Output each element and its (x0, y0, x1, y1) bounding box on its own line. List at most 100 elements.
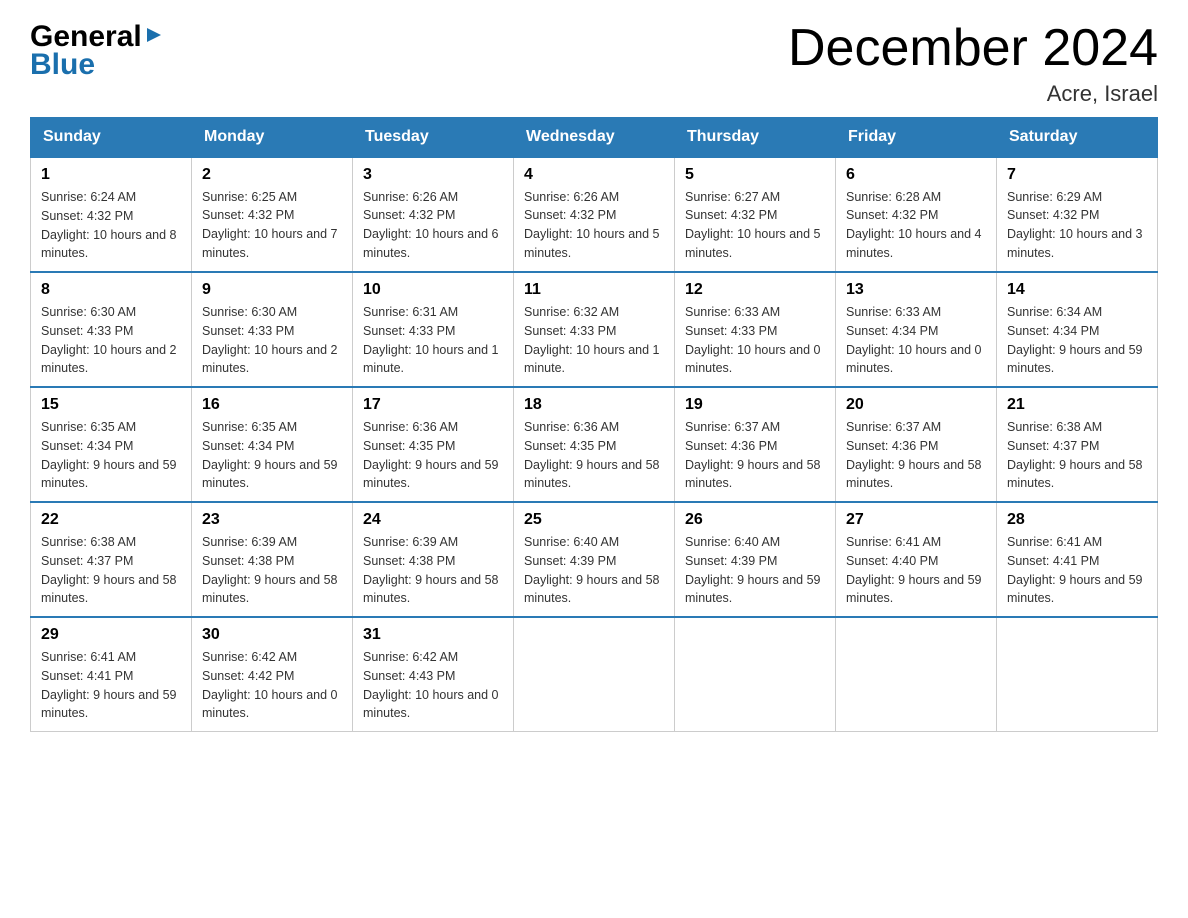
calendar-cell: 18 Sunrise: 6:36 AMSunset: 4:35 PMDaylig… (514, 387, 675, 502)
day-number: 20 (846, 396, 986, 414)
day-number: 4 (524, 166, 664, 184)
calendar-cell: 30 Sunrise: 6:42 AMSunset: 4:42 PMDaylig… (192, 617, 353, 732)
day-number: 5 (685, 166, 825, 184)
day-number: 25 (524, 511, 664, 529)
calendar-cell (836, 617, 997, 732)
day-number: 23 (202, 511, 342, 529)
calendar-cell: 24 Sunrise: 6:39 AMSunset: 4:38 PMDaylig… (353, 502, 514, 617)
day-number: 12 (685, 281, 825, 299)
logo-arrow-icon (143, 24, 165, 46)
calendar-cell: 27 Sunrise: 6:41 AMSunset: 4:40 PMDaylig… (836, 502, 997, 617)
calendar-header-row: SundayMondayTuesdayWednesdayThursdayFrid… (31, 118, 1158, 158)
calendar-cell: 12 Sunrise: 6:33 AMSunset: 4:33 PMDaylig… (675, 272, 836, 387)
day-info: Sunrise: 6:35 AMSunset: 4:34 PMDaylight:… (202, 418, 342, 493)
day-number: 7 (1007, 166, 1147, 184)
day-number: 8 (41, 281, 181, 299)
day-info: Sunrise: 6:29 AMSunset: 4:32 PMDaylight:… (1007, 188, 1147, 263)
logo-blue-text: Blue (30, 48, 95, 82)
day-info: Sunrise: 6:42 AMSunset: 4:42 PMDaylight:… (202, 648, 342, 723)
day-info: Sunrise: 6:33 AMSunset: 4:34 PMDaylight:… (846, 303, 986, 378)
calendar-header-sunday: Sunday (31, 118, 192, 158)
day-number: 6 (846, 166, 986, 184)
day-number: 10 (363, 281, 503, 299)
calendar-cell: 9 Sunrise: 6:30 AMSunset: 4:33 PMDayligh… (192, 272, 353, 387)
calendar-cell: 21 Sunrise: 6:38 AMSunset: 4:37 PMDaylig… (997, 387, 1158, 502)
calendar-cell: 20 Sunrise: 6:37 AMSunset: 4:36 PMDaylig… (836, 387, 997, 502)
day-info: Sunrise: 6:33 AMSunset: 4:33 PMDaylight:… (685, 303, 825, 378)
day-number: 3 (363, 166, 503, 184)
calendar-cell: 29 Sunrise: 6:41 AMSunset: 4:41 PMDaylig… (31, 617, 192, 732)
day-info: Sunrise: 6:39 AMSunset: 4:38 PMDaylight:… (363, 533, 503, 608)
calendar-cell: 7 Sunrise: 6:29 AMSunset: 4:32 PMDayligh… (997, 157, 1158, 272)
title-section: December 2024 Acre, Israel (788, 20, 1158, 107)
day-info: Sunrise: 6:41 AMSunset: 4:41 PMDaylight:… (1007, 533, 1147, 608)
day-number: 28 (1007, 511, 1147, 529)
day-number: 9 (202, 281, 342, 299)
day-number: 29 (41, 626, 181, 644)
calendar-cell: 3 Sunrise: 6:26 AMSunset: 4:32 PMDayligh… (353, 157, 514, 272)
day-number: 19 (685, 396, 825, 414)
calendar-cell: 4 Sunrise: 6:26 AMSunset: 4:32 PMDayligh… (514, 157, 675, 272)
calendar-cell: 2 Sunrise: 6:25 AMSunset: 4:32 PMDayligh… (192, 157, 353, 272)
calendar-header-thursday: Thursday (675, 118, 836, 158)
calendar-cell: 23 Sunrise: 6:39 AMSunset: 4:38 PMDaylig… (192, 502, 353, 617)
day-info: Sunrise: 6:25 AMSunset: 4:32 PMDaylight:… (202, 188, 342, 263)
calendar-header-friday: Friday (836, 118, 997, 158)
calendar-cell: 10 Sunrise: 6:31 AMSunset: 4:33 PMDaylig… (353, 272, 514, 387)
calendar-week-row: 1 Sunrise: 6:24 AMSunset: 4:32 PMDayligh… (31, 157, 1158, 272)
day-info: Sunrise: 6:36 AMSunset: 4:35 PMDaylight:… (363, 418, 503, 493)
calendar-cell: 31 Sunrise: 6:42 AMSunset: 4:43 PMDaylig… (353, 617, 514, 732)
day-info: Sunrise: 6:36 AMSunset: 4:35 PMDaylight:… (524, 418, 664, 493)
calendar-cell: 8 Sunrise: 6:30 AMSunset: 4:33 PMDayligh… (31, 272, 192, 387)
day-number: 31 (363, 626, 503, 644)
calendar-cell: 5 Sunrise: 6:27 AMSunset: 4:32 PMDayligh… (675, 157, 836, 272)
day-number: 1 (41, 166, 181, 184)
calendar-table: SundayMondayTuesdayWednesdayThursdayFrid… (30, 117, 1158, 732)
calendar-week-row: 29 Sunrise: 6:41 AMSunset: 4:41 PMDaylig… (31, 617, 1158, 732)
day-info: Sunrise: 6:28 AMSunset: 4:32 PMDaylight:… (846, 188, 986, 263)
day-info: Sunrise: 6:37 AMSunset: 4:36 PMDaylight:… (846, 418, 986, 493)
day-number: 22 (41, 511, 181, 529)
calendar-cell: 28 Sunrise: 6:41 AMSunset: 4:41 PMDaylig… (997, 502, 1158, 617)
calendar-cell: 26 Sunrise: 6:40 AMSunset: 4:39 PMDaylig… (675, 502, 836, 617)
calendar-cell: 6 Sunrise: 6:28 AMSunset: 4:32 PMDayligh… (836, 157, 997, 272)
day-info: Sunrise: 6:42 AMSunset: 4:43 PMDaylight:… (363, 648, 503, 723)
day-number: 30 (202, 626, 342, 644)
day-info: Sunrise: 6:41 AMSunset: 4:40 PMDaylight:… (846, 533, 986, 608)
day-info: Sunrise: 6:38 AMSunset: 4:37 PMDaylight:… (1007, 418, 1147, 493)
location-text: Acre, Israel (788, 81, 1158, 107)
calendar-cell: 11 Sunrise: 6:32 AMSunset: 4:33 PMDaylig… (514, 272, 675, 387)
day-info: Sunrise: 6:31 AMSunset: 4:33 PMDaylight:… (363, 303, 503, 378)
calendar-cell (514, 617, 675, 732)
month-title: December 2024 (788, 20, 1158, 77)
day-info: Sunrise: 6:30 AMSunset: 4:33 PMDaylight:… (202, 303, 342, 378)
day-info: Sunrise: 6:35 AMSunset: 4:34 PMDaylight:… (41, 418, 181, 493)
day-number: 18 (524, 396, 664, 414)
day-info: Sunrise: 6:30 AMSunset: 4:33 PMDaylight:… (41, 303, 181, 378)
day-info: Sunrise: 6:41 AMSunset: 4:41 PMDaylight:… (41, 648, 181, 723)
day-info: Sunrise: 6:34 AMSunset: 4:34 PMDaylight:… (1007, 303, 1147, 378)
day-number: 15 (41, 396, 181, 414)
calendar-header-wednesday: Wednesday (514, 118, 675, 158)
calendar-cell: 16 Sunrise: 6:35 AMSunset: 4:34 PMDaylig… (192, 387, 353, 502)
day-number: 26 (685, 511, 825, 529)
day-info: Sunrise: 6:37 AMSunset: 4:36 PMDaylight:… (685, 418, 825, 493)
calendar-week-row: 8 Sunrise: 6:30 AMSunset: 4:33 PMDayligh… (31, 272, 1158, 387)
day-info: Sunrise: 6:32 AMSunset: 4:33 PMDaylight:… (524, 303, 664, 378)
calendar-cell: 25 Sunrise: 6:40 AMSunset: 4:39 PMDaylig… (514, 502, 675, 617)
day-number: 24 (363, 511, 503, 529)
calendar-header-saturday: Saturday (997, 118, 1158, 158)
calendar-week-row: 15 Sunrise: 6:35 AMSunset: 4:34 PMDaylig… (31, 387, 1158, 502)
day-number: 27 (846, 511, 986, 529)
page-header: General Blue December 2024 Acre, Israel (30, 20, 1158, 107)
day-info: Sunrise: 6:38 AMSunset: 4:37 PMDaylight:… (41, 533, 181, 608)
calendar-header-monday: Monday (192, 118, 353, 158)
calendar-cell: 14 Sunrise: 6:34 AMSunset: 4:34 PMDaylig… (997, 272, 1158, 387)
calendar-cell: 22 Sunrise: 6:38 AMSunset: 4:37 PMDaylig… (31, 502, 192, 617)
day-info: Sunrise: 6:40 AMSunset: 4:39 PMDaylight:… (524, 533, 664, 608)
calendar-cell: 19 Sunrise: 6:37 AMSunset: 4:36 PMDaylig… (675, 387, 836, 502)
day-number: 14 (1007, 281, 1147, 299)
day-number: 13 (846, 281, 986, 299)
logo: General Blue (30, 20, 165, 82)
calendar-cell: 13 Sunrise: 6:33 AMSunset: 4:34 PMDaylig… (836, 272, 997, 387)
